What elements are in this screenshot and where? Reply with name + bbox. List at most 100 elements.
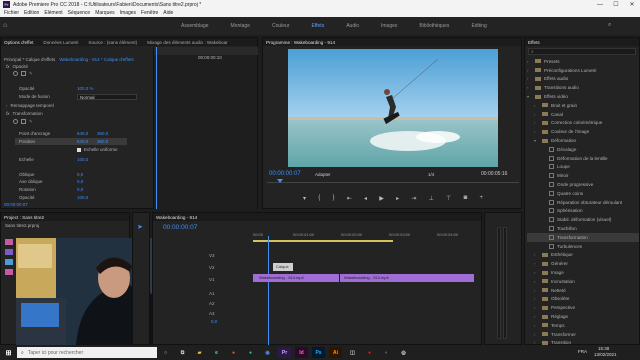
effects-folder[interactable]: › Esthétique <box>527 251 639 260</box>
app-icon[interactable]: ◫ <box>346 347 359 358</box>
clip-header-label[interactable]: Principal * Calque d'effets <box>4 57 55 62</box>
chevron-right-icon[interactable]: › <box>534 288 542 293</box>
timeline-playhead[interactable] <box>268 236 269 346</box>
edge-icon[interactable]: e <box>210 347 223 358</box>
project-panel-title[interactable]: Project : Sans titre2 <box>4 215 44 220</box>
effects-folder[interactable]: › Presets <box>527 57 639 66</box>
resolution-select[interactable]: 1/4 <box>428 172 434 177</box>
home-icon[interactable]: ⌂ <box>3 22 10 29</box>
workspace-montage[interactable]: Montage <box>220 23 261 29</box>
timeline-clip-video[interactable]: Wakeboarding - 914.mp4 <box>253 274 339 282</box>
chevron-right-icon[interactable]: › <box>527 68 535 73</box>
prop-skew-value[interactable]: 0,0 <box>77 172 83 177</box>
opacity-value[interactable]: 100,0 % <box>77 86 94 91</box>
prop-opacity-value[interactable]: 100,0 <box>77 195 88 200</box>
extract-icon[interactable]: ⊤ <box>446 195 451 202</box>
effects-search-input[interactable]: ⌕ <box>528 48 636 55</box>
effects-folder[interactable]: › Incrustation <box>527 277 639 286</box>
chevron-right-icon[interactable]: › <box>534 305 542 310</box>
fit-select[interactable]: Adapter <box>315 172 331 177</box>
language-indicator[interactable]: FRA <box>578 349 587 354</box>
effects-folder[interactable]: › Préconfigurations Lumetri <box>527 66 639 75</box>
timeline-master-value[interactable]: 0,0 <box>211 319 217 324</box>
chrome-icon[interactable]: ◉ <box>261 347 274 358</box>
windows-start-icon[interactable]: ⊞ <box>2 347 15 358</box>
prop-position-x[interactable]: 640,0 <box>77 139 88 144</box>
effects-item[interactable]: Quatre coins <box>527 189 639 198</box>
discord-icon[interactable]: ◐ <box>380 347 393 358</box>
chevron-right-icon[interactable]: › <box>534 120 542 125</box>
effect-controls-timecode[interactable]: 00:00:00:07 <box>4 202 28 207</box>
tab-lumetri[interactable]: Données Lumetri <box>43 40 78 45</box>
add-marker-icon[interactable]: ▾ <box>303 195 306 202</box>
file-explorer-icon[interactable]: ▰ <box>193 347 206 358</box>
workspace-assemblage[interactable]: Assemblage <box>170 23 220 29</box>
prop-skew-axis-value[interactable]: 0,0 <box>77 179 83 184</box>
workspace-effets[interactable]: Effets <box>301 23 336 29</box>
timeline-clip-calque[interactable]: Calque <box>273 263 293 271</box>
timeline-ruler[interactable]: 00:00 00:00:01:00 00:00:02:00 00:00:03:0… <box>253 232 481 238</box>
effects-item[interactable]: Transformation <box>527 232 639 242</box>
prop-anchor-y[interactable]: 360,0 <box>97 131 108 136</box>
chevron-right-icon[interactable]: › <box>534 103 542 108</box>
effects-item[interactable]: Tourbillon <box>527 224 639 233</box>
effects-item[interactable]: Réparation obturateur déroulant <box>527 198 639 207</box>
program-monitor-title[interactable]: Programme : Wakeboarding - 914 <box>266 40 335 45</box>
chevron-right-icon[interactable]: › <box>534 279 542 284</box>
effects-folder[interactable]: › Réglage <box>527 312 639 321</box>
illustrator-icon[interactable]: Ai <box>329 347 342 358</box>
workspace-couleur[interactable]: Couleur <box>261 23 301 29</box>
go-to-in-icon[interactable]: ⇤ <box>347 195 352 202</box>
chevron-right-icon[interactable]: › <box>527 59 535 64</box>
workspace-editing[interactable]: Editing <box>460 23 497 29</box>
menu-fichier[interactable]: Fichier <box>4 10 19 16</box>
pen-mask-icon[interactable]: ✎ <box>29 119 33 125</box>
ellipse-mask-icon[interactable] <box>13 119 18 124</box>
effects-folder[interactable]: › Bruit et grain <box>527 101 639 110</box>
firefox-icon[interactable]: ● <box>227 347 240 358</box>
cortana-icon[interactable]: ○ <box>159 347 172 358</box>
timeline-clip-video[interactable]: Wakeboarding - 914.mp4 <box>340 274 474 282</box>
mark-out-icon[interactable]: } <box>333 195 335 201</box>
prop-scale-value[interactable]: 100,0 <box>77 157 88 162</box>
effects-folder[interactable]: › Image <box>527 268 639 277</box>
effects-folder[interactable]: ▾ Déformation <box>527 136 639 145</box>
ellipse-mask-icon[interactable] <box>13 71 18 76</box>
chevron-right-icon[interactable]: › <box>534 296 542 301</box>
effects-folder[interactable]: › Transitions audio <box>527 83 639 92</box>
chevron-down-icon[interactable]: ▾ <box>534 138 542 143</box>
track-v1-label[interactable]: V1 <box>209 277 215 282</box>
menu-aide[interactable]: Aide <box>163 10 173 16</box>
effects-folder[interactable]: › Effets audio <box>527 75 639 84</box>
export-frame-icon[interactable]: ◙ <box>464 195 468 201</box>
program-timecode[interactable]: 00:00:00:07 <box>269 171 301 177</box>
tab-source[interactable]: Source : (sans élément) <box>88 40 137 45</box>
keyframe-area[interactable]: 00:00:00:10 <box>153 47 258 209</box>
effects-folder[interactable]: › Couleur de l'image <box>527 127 639 136</box>
menu-marques[interactable]: Marques <box>95 10 114 16</box>
effects-folder[interactable]: › Temps <box>527 321 639 330</box>
effects-folder[interactable]: › Correction colorimétrique <box>527 119 639 128</box>
rectangle-mask-icon[interactable] <box>21 119 26 124</box>
mark-in-icon[interactable]: { <box>318 195 320 201</box>
effects-folder[interactable]: › Obsolète <box>527 295 639 304</box>
effects-item[interactable]: Onde progressive <box>527 180 639 189</box>
menu-images[interactable]: Images <box>120 10 136 16</box>
tab-audio-mixer[interactable]: Mixage des éléments audio : Wakeboar <box>147 40 228 45</box>
menu-fenetre[interactable]: Fenêtre <box>141 10 158 16</box>
track-v3-label[interactable]: V3 <box>209 253 215 258</box>
clock-date[interactable]: 13/02/2021 <box>594 352 617 357</box>
effects-item[interactable]: Sphérisation <box>527 207 639 216</box>
chevron-right-icon[interactable]: › <box>534 252 542 257</box>
clock-time[interactable]: 15:38 <box>598 346 609 351</box>
play-icon[interactable]: ▶ <box>379 195 384 202</box>
opacity-section-label[interactable]: Opacité <box>13 64 29 69</box>
playhead-line[interactable] <box>156 47 157 209</box>
transform-effect-label[interactable]: Transformation <box>13 111 43 116</box>
app-icon[interactable]: ● <box>363 347 376 358</box>
close-icon[interactable]: ✕ <box>624 0 640 9</box>
maximize-icon[interactable]: ☐ <box>608 0 624 9</box>
plus-icon[interactable]: + <box>479 195 483 201</box>
uniform-scale-checkbox[interactable] <box>77 147 81 152</box>
taskbar-search-input[interactable]: ⌕ Taper ici pour rechercher <box>17 347 157 358</box>
